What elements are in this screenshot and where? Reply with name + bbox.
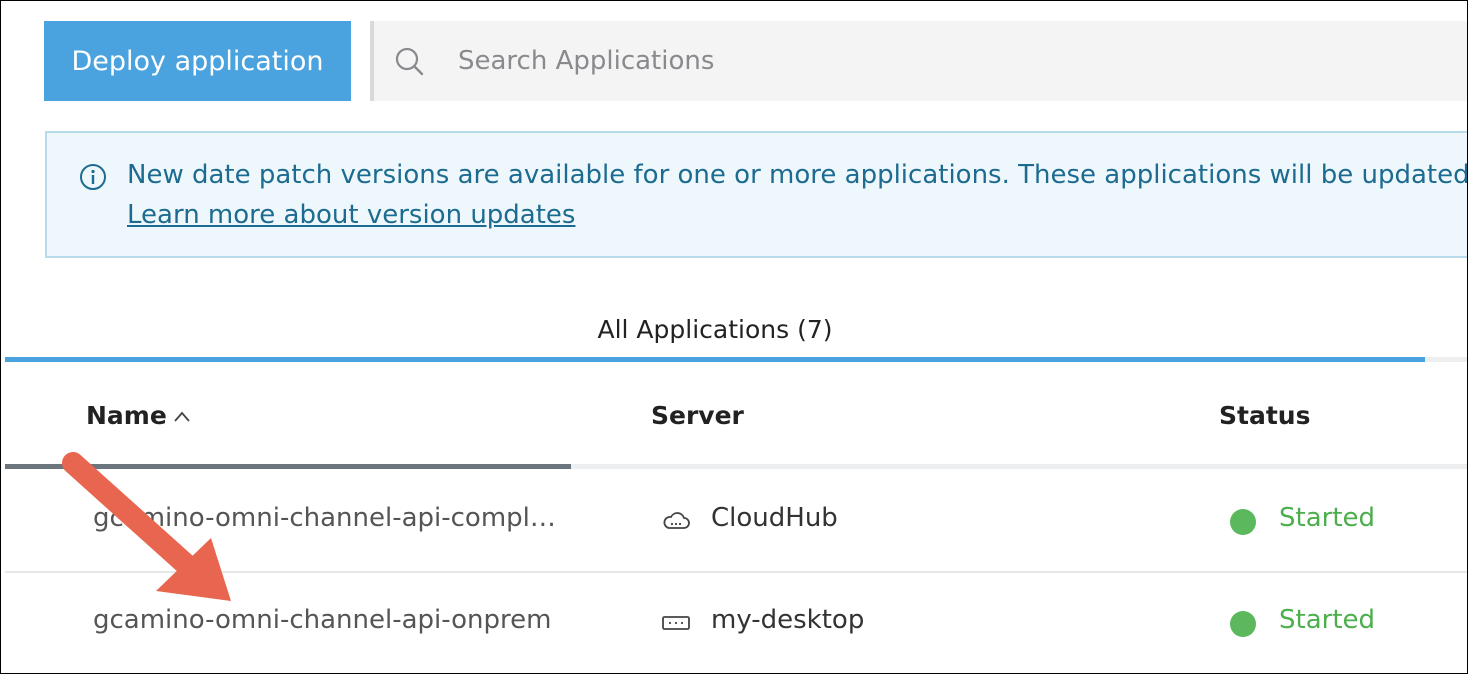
header-divider	[571, 464, 1467, 469]
table-row[interactable]: gcamino-omni-channel-api-compl… CloudHub…	[5, 471, 1467, 573]
application-name[interactable]: gcamino-omni-channel-api-onprem	[93, 605, 551, 635]
version-update-banner: New date patch versions are available fo…	[45, 131, 1468, 258]
active-tab-indicator	[5, 357, 1425, 362]
server-icon	[662, 616, 690, 630]
tab-bar-track	[1425, 357, 1467, 362]
application-name[interactable]: gcamino-omni-channel-api-compl…	[93, 503, 556, 533]
column-header-name[interactable]: Name	[86, 401, 191, 430]
search-bar[interactable]	[370, 21, 1467, 101]
chevron-up-icon	[174, 411, 190, 422]
sorted-column-indicator	[5, 464, 571, 469]
server-name: CloudHub	[711, 503, 838, 533]
tab-all-applications[interactable]: All Applications (7)	[5, 301, 1425, 357]
server-name: my-desktop	[711, 605, 865, 635]
search-input[interactable]	[456, 37, 1360, 85]
banner-message: New date patch versions are available fo…	[127, 160, 1468, 190]
status-text: Started	[1279, 605, 1376, 635]
search-icon	[395, 47, 424, 76]
table-row[interactable]: gcamino-omni-channel-api-onprem my-deskt…	[5, 573, 1467, 673]
column-header-name-label: Name	[86, 401, 167, 430]
cloud-icon	[663, 512, 690, 529]
learn-more-link[interactable]: Learn more about version updates	[127, 200, 575, 230]
column-header-status[interactable]: Status	[1219, 401, 1310, 430]
column-header-server[interactable]: Server	[651, 401, 744, 430]
deploy-application-button[interactable]: Deploy application	[44, 21, 351, 101]
status-started-indicator	[1230, 611, 1256, 637]
info-icon	[80, 164, 106, 190]
status-text: Started	[1279, 503, 1376, 533]
app-frame: Deploy application New date patch versio…	[0, 0, 1468, 674]
status-started-indicator	[1230, 509, 1256, 535]
